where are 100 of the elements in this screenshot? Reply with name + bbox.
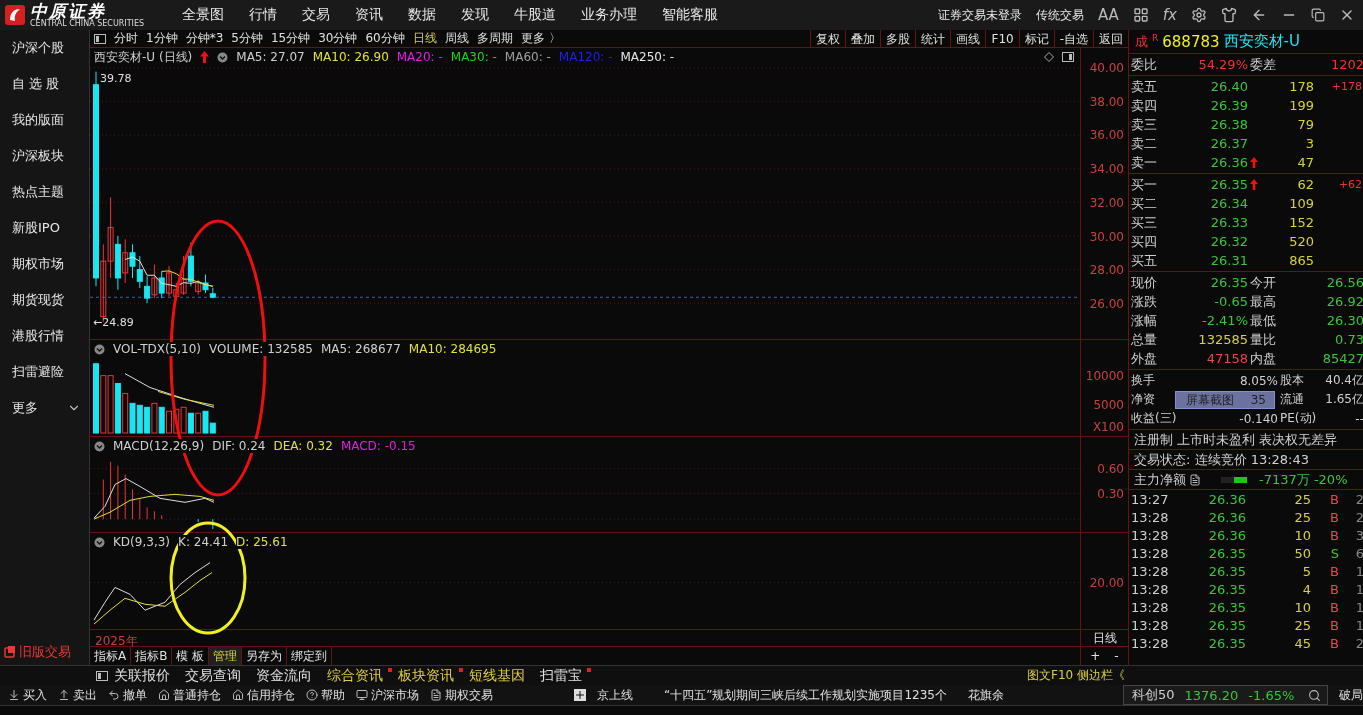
menu-item[interactable]: 资讯 <box>355 6 383 24</box>
count-cell-text: 2 <box>1354 491 1363 507</box>
login-status[interactable]: 证券交易未登录 <box>937 6 1022 24</box>
price-cell-text: 26.40 <box>1209 79 1248 94</box>
shirt-icon[interactable] <box>1221 7 1237 23</box>
sidebar-item[interactable]: 更多 <box>0 390 89 426</box>
more-periods-button[interactable]: 更多 〉 <box>520 30 561 47</box>
up-arrow-icon <box>200 51 210 63</box>
news-headline[interactable]: 花旗余 <box>968 686 1004 704</box>
main-force-value: -7137万 -20% <box>1258 470 1348 489</box>
menu-item[interactable]: 行情 <box>249 6 277 24</box>
sidebar-toggle[interactable]: 图文F10 侧边栏《 <box>1027 667 1125 684</box>
stat-label: 涨跌 <box>1130 292 1158 311</box>
diamond-icon[interactable] <box>1044 52 1054 62</box>
count-cell-text: 6 <box>1354 545 1363 561</box>
menu-item[interactable]: 发现 <box>461 6 489 24</box>
sidebar-item[interactable]: 期货现货 <box>0 282 89 318</box>
info-tab[interactable]: 板块资讯 <box>398 666 454 685</box>
trade-button[interactable]: 帮助 <box>306 686 345 704</box>
menu-item[interactable]: 数据 <box>408 6 436 24</box>
period-tab[interactable]: 多周期 <box>476 30 513 47</box>
toolbar-button[interactable]: 返回 <box>1093 29 1128 48</box>
volume-cell-text: 199 <box>1288 98 1314 113</box>
toolbar-button[interactable]: -自选 <box>1053 29 1093 48</box>
news-headline[interactable]: “十四五”规划期间三峡后续工作规划实施项目1235个 <box>664 686 947 704</box>
sidebar-item[interactable]: 我的版面 <box>0 102 89 138</box>
menu-item[interactable]: 交易 <box>302 6 330 24</box>
trade-button[interactable]: 卖出 <box>58 686 97 704</box>
search-icon[interactable] <box>1308 688 1321 702</box>
font-size-button[interactable]: AA <box>1097 6 1119 24</box>
period-tab[interactable]: 日线 <box>412 30 437 47</box>
trade-button[interactable]: 沪深市场 <box>356 686 419 704</box>
screenshot-tooltip[interactable]: 屏幕截图 35 <box>1175 391 1275 409</box>
collapse-icon[interactable] <box>94 536 105 548</box>
trade-button[interactable]: 买入 <box>8 686 47 704</box>
info-tab[interactable]: 扫雷宝 <box>540 666 582 685</box>
period-label[interactable]: 日线 <box>1092 629 1117 647</box>
period-tab[interactable]: 30分钟 <box>318 30 358 47</box>
indicator-label: D: 25.61 <box>236 535 288 549</box>
toolbar-button[interactable]: 复权 <box>810 29 846 48</box>
toolbar-button[interactable]: 标记 <box>1018 29 1054 48</box>
toolbar-button[interactable]: 多股 <box>880 29 916 48</box>
period-tab[interactable]: 周线 <box>444 30 469 47</box>
classic-trade-link[interactable]: 传统交易 <box>1035 6 1084 24</box>
sidebar-item[interactable]: 热点主题 <box>0 174 89 210</box>
sidebar-item[interactable]: 扫雷避险 <box>0 354 89 390</box>
back-icon[interactable] <box>1251 7 1267 23</box>
ma-label: MA60: - <box>504 50 551 64</box>
toolbar-button[interactable]: F10 <box>985 29 1019 48</box>
menu-item[interactable]: 牛股道 <box>514 6 556 24</box>
registration-mark: R <box>1151 33 1159 43</box>
info-tab[interactable]: 关联报价 <box>114 666 170 685</box>
sidebar-item[interactable]: 期权市场 <box>0 246 89 282</box>
zoom-in-button[interactable]: + <box>1090 649 1101 663</box>
legacy-trade-link[interactable]: 旧版交易 <box>19 643 71 661</box>
grid-icon[interactable] <box>1132 7 1149 23</box>
menu-item[interactable]: 业务办理 <box>581 6 637 24</box>
collapse-icon[interactable] <box>217 51 229 63</box>
period-tab[interactable]: 分时 <box>114 30 138 47</box>
panel-icon[interactable] <box>1062 52 1074 62</box>
news-headline[interactable]: 破局 <box>1339 686 1363 704</box>
trade-button[interactable]: 普通持仓 <box>158 686 221 704</box>
trade-button[interactable]: 期权交易 <box>430 686 493 704</box>
period-tab[interactable]: 60分钟 <box>365 30 405 47</box>
restore-icon[interactable] <box>1311 8 1325 22</box>
zoom-out-button[interactable]: - <box>1114 649 1119 663</box>
trade-button[interactable]: 信用持仓 <box>232 686 295 704</box>
panel-icon[interactable] <box>96 670 108 681</box>
info-tab[interactable]: 短线基因 <box>469 666 525 685</box>
time-cell-text: 13:28 <box>1130 599 1169 615</box>
add-icon[interactable] <box>574 689 586 701</box>
sidebar-item[interactable]: 新股IPO <box>0 210 89 246</box>
menu-item[interactable]: 智能客服 <box>662 6 718 24</box>
list-icon[interactable] <box>1189 473 1201 486</box>
sidebar-item[interactable]: 港股行情 <box>0 318 89 354</box>
toolbar-button[interactable]: 统计 <box>915 29 951 48</box>
settings-icon[interactable] <box>1191 7 1207 23</box>
news-source[interactable]: 京上线 <box>597 686 633 704</box>
period-tab[interactable]: 15分钟 <box>270 30 311 47</box>
menu-item[interactable]: 全景图 <box>182 6 224 24</box>
indicator-tab[interactable]: 管理 <box>209 647 243 665</box>
info-tab[interactable]: 资金流向 <box>256 666 312 685</box>
trade-button[interactable]: 撤单 <box>108 686 147 704</box>
sidebar-item[interactable]: 自 选 股 <box>0 66 89 102</box>
index-ticker[interactable]: 科创50 1376.20 -1.65% <box>1123 685 1328 705</box>
collapse-icon[interactable] <box>94 440 105 452</box>
panel-icon[interactable] <box>94 33 106 44</box>
sidebar-item[interactable]: 沪深个股 <box>0 30 89 66</box>
period-tab[interactable]: 5分钟 <box>231 30 263 47</box>
info-tab[interactable]: 综合资讯 <box>327 666 383 685</box>
formula-button[interactable]: fx <box>1162 6 1177 24</box>
sidebar-item[interactable]: 沪深板块 <box>0 138 89 174</box>
collapse-icon[interactable] <box>94 343 105 355</box>
level-label: 卖四 <box>1130 96 1158 115</box>
period-tab[interactable]: 1分钟 <box>146 30 178 47</box>
time-cell-text: 13:28 <box>1130 509 1169 525</box>
toolbar-button[interactable]: 画线 <box>950 29 986 48</box>
toolbar-button[interactable]: 叠加 <box>845 29 881 48</box>
period-tab[interactable]: 分钟*3 <box>185 30 224 47</box>
info-tab[interactable]: 交易查询 <box>185 666 241 685</box>
